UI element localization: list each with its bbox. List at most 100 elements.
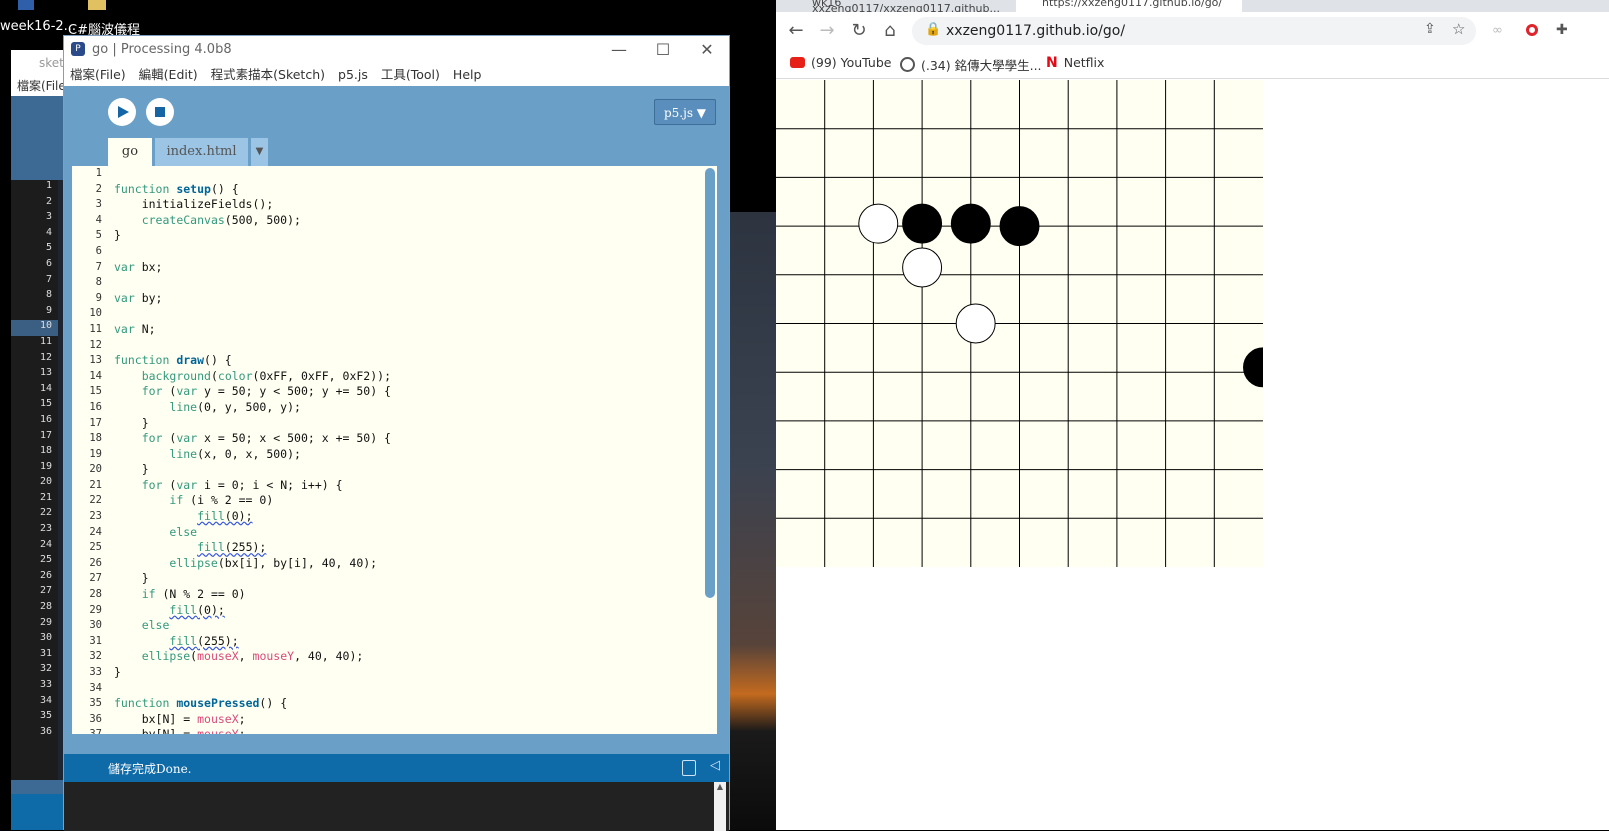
white-stone <box>902 247 943 288</box>
collapse-console-icon[interactable]: ◁ <box>710 758 720 773</box>
go-board[interactable] <box>776 80 1283 567</box>
browser-tab-go[interactable]: https://xxzeng0117.github.io/go/ <box>1016 0 1242 12</box>
run-button[interactable] <box>108 98 136 126</box>
menu-p5js[interactable]: p5.js <box>338 64 368 86</box>
extension-glasses-icon[interactable]: ∞ <box>1492 23 1503 38</box>
white-stone <box>858 203 899 244</box>
line-number: 31 <box>39 647 52 659</box>
browser-tab-new[interactable] <box>1250 0 1609 12</box>
black-stone <box>950 203 991 244</box>
line-number: 28 <box>39 601 52 613</box>
menu-file[interactable]: 檔案(File) <box>70 64 126 86</box>
go-board-canvas[interactable] <box>776 80 1283 571</box>
line-number: 7 <box>45 273 52 285</box>
code-line: ellipse(mouseX, mouseY, 40, 40); <box>141 649 364 664</box>
line-number: 7 <box>95 260 102 273</box>
address-bar[interactable]: 🔒 xxzeng0117.github.io/go/ ⇪ ☆ <box>912 17 1476 45</box>
black-stone <box>902 203 943 244</box>
reload-icon[interactable]: ↻ <box>849 21 869 41</box>
line-number: 21 <box>89 478 102 491</box>
line-number: 22 <box>89 494 102 507</box>
netflix-icon: N <box>1046 55 1058 71</box>
line-number: 6 <box>45 257 52 269</box>
processing-app-icon: P <box>71 42 85 56</box>
code-line: var bx; <box>114 259 163 274</box>
opera-icon[interactable] <box>1526 24 1538 36</box>
mode-selector[interactable]: p5.js ▼ <box>654 99 716 125</box>
bookmark-youtube[interactable]: (99) YouTube <box>790 55 891 70</box>
stop-button[interactable] <box>146 98 174 126</box>
status-message: 儲存完成Done. <box>108 762 192 776</box>
desktop-icon-week16[interactable]: week16-2... <box>0 0 76 40</box>
code-line: bx[N] = mouseX; <box>114 711 246 726</box>
code-editor[interactable]: 1 2 3 4 5 6 7 8 9 10 11 12 13 14 15 16 17 18 19 20 21 22 23 24 2… <box>72 166 717 734</box>
line-number: 1 <box>45 180 52 191</box>
code-line: createCanvas(500, 500); <box>141 212 301 227</box>
scroll-up-icon[interactable]: ▲ <box>714 782 726 791</box>
code-line: fill(255); <box>169 633 239 648</box>
minimize-icon[interactable]: — <box>604 40 634 60</box>
code-line: for (var i = 0; i < N; i++) { <box>141 477 343 492</box>
bookmark-netflix[interactable]: N Netflix <box>1046 55 1104 71</box>
extensions-puzzle-icon[interactable]: ✚ <box>1556 22 1568 38</box>
line-number: 32 <box>39 663 52 675</box>
menu-edit[interactable]: 編輯(Edit) <box>139 64 198 86</box>
line-number: 30 <box>39 632 52 644</box>
forward-icon[interactable]: → <box>817 21 837 41</box>
code-line: for (var y = 50; y < 500; y += 50) { <box>141 384 391 399</box>
line-number: 22 <box>39 507 52 519</box>
code-line: ellipse(bx[i], by[i], 40, 40); <box>169 555 378 570</box>
browser-tab-github[interactable]: wk16 xxzeng0117/xxzeng0117.github... <box>786 0 1032 12</box>
line-number: 20 <box>39 476 52 488</box>
title-bar: P go | Processing 4.0b8 — ☐ ✕ <box>64 36 729 64</box>
copy-icon[interactable] <box>682 760 696 776</box>
line-number: 14 <box>39 382 52 394</box>
console-scrollbar[interactable]: ▲ <box>714 782 726 831</box>
line-number: 10 <box>89 307 102 320</box>
home-icon[interactable]: ⌂ <box>880 21 900 41</box>
tab-menu-button[interactable]: ▼ <box>251 138 268 166</box>
tab-go[interactable]: go <box>108 138 152 166</box>
code-line: background(color(0xFF, 0xFF, 0xF2)); <box>141 368 391 383</box>
vertical-scrollbar[interactable] <box>705 168 715 598</box>
line-number: 1 <box>95 167 102 179</box>
line-number: 35 <box>39 710 52 722</box>
line-number: 35 <box>89 697 102 710</box>
menu-help[interactable]: Help <box>453 64 482 86</box>
black-stone <box>999 206 1040 247</box>
share-icon[interactable]: ⇪ <box>1424 21 1436 37</box>
browser-window[interactable]: wk16 xxzeng0117/xxzeng0117.github... htt… <box>776 0 1609 830</box>
code-area[interactable]: function setup() { initializeFields(); c… <box>114 166 701 734</box>
code-line: function mousePressed() { <box>114 696 288 711</box>
console-area[interactable]: ▲ <box>64 782 729 831</box>
close-icon[interactable]: ✕ <box>692 40 722 60</box>
bookmark-label: (.34) 銘傳大學學生... <box>921 58 1042 73</box>
line-number: 5 <box>95 229 102 242</box>
desktop-icon-csharp[interactable]: C#腦波儀程 <box>66 0 146 40</box>
tab-index-html[interactable]: index.html <box>155 138 248 166</box>
line-number: 11 <box>89 322 102 335</box>
line-number: 23 <box>89 510 102 523</box>
back-icon[interactable]: ← <box>786 21 806 41</box>
code-line: line(0, y, 500, y); <box>169 399 301 414</box>
menu-sketch[interactable]: 程式素描本(Sketch) <box>211 64 325 86</box>
stop-icon <box>155 107 165 117</box>
bookmark-mcu[interactable]: (.34) 銘傳大學學生... <box>900 55 1042 74</box>
globe-icon <box>900 57 915 72</box>
maximize-icon[interactable]: ☐ <box>648 40 678 60</box>
desktop-icon-label: week16-2... <box>0 19 77 34</box>
line-number: 36 <box>39 725 52 737</box>
url-text[interactable]: xxzeng0117.github.io/go/ <box>946 23 1125 39</box>
menu-tool[interactable]: 工具(Tool) <box>381 64 440 86</box>
bookmark-label: (99) YouTube <box>811 55 892 70</box>
file-icon <box>18 0 34 10</box>
lock-icon[interactable]: 🔒 <box>925 22 941 37</box>
processing-window[interactable]: P go | Processing 4.0b8 — ☐ ✕ 檔案(File) 編輯… <box>63 35 730 831</box>
line-number: 25 <box>39 554 52 566</box>
bookmark-star-icon[interactable]: ☆ <box>1452 20 1465 38</box>
code-line: } <box>114 228 121 243</box>
